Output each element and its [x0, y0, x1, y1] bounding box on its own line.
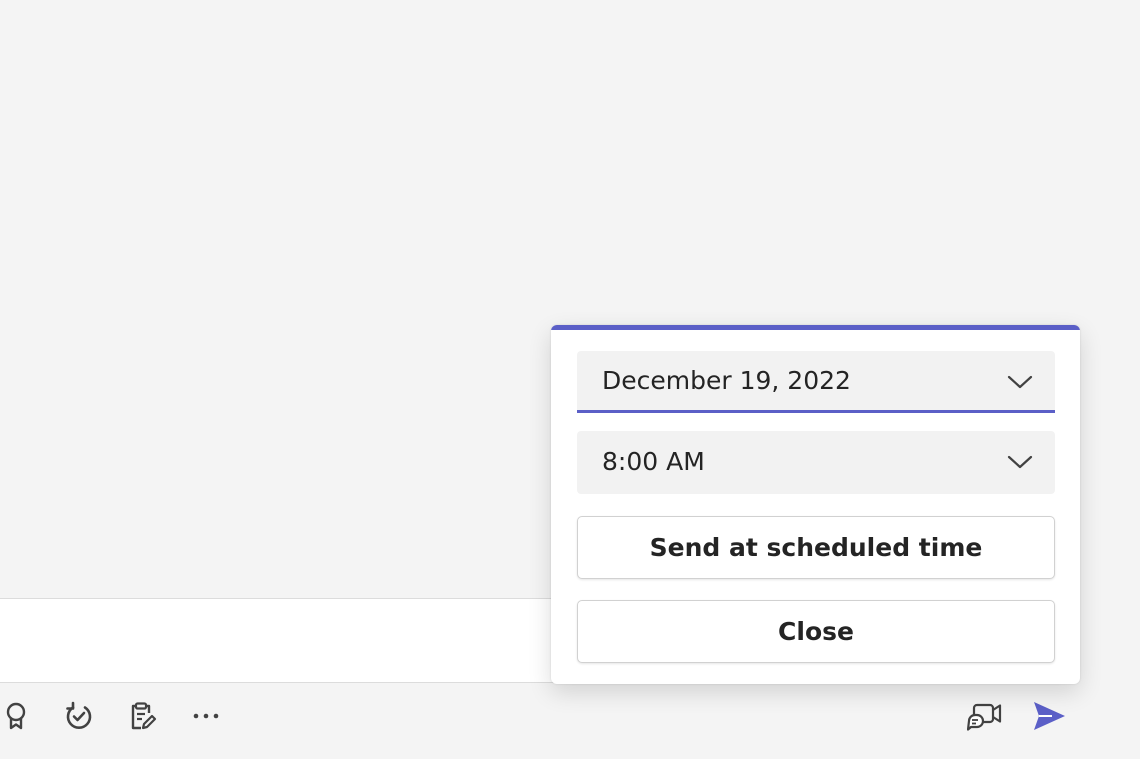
loop-icon [64, 701, 94, 731]
time-picker[interactable]: 8:00 AM [577, 431, 1055, 494]
chevron-down-icon [1007, 453, 1033, 471]
date-value: December 19, 2022 [602, 366, 851, 395]
schedule-send-popup: December 19, 2022 8:00 AM Send at schedu… [551, 325, 1080, 684]
time-value: 8:00 AM [602, 447, 705, 476]
send-at-scheduled-time-button[interactable]: Send at scheduled time [577, 516, 1055, 579]
more-options-button[interactable] [190, 700, 222, 732]
clipboard-edit-button[interactable] [126, 700, 158, 732]
close-button[interactable]: Close [577, 600, 1055, 663]
send-button[interactable] [1031, 700, 1067, 732]
message-compose-box[interactable] [0, 598, 560, 683]
praise-button[interactable] [0, 700, 32, 732]
chevron-down-icon [1007, 373, 1033, 391]
send-icon [1032, 700, 1066, 732]
more-options-icon [191, 711, 221, 721]
loop-button[interactable] [63, 700, 95, 732]
clipboard-edit-icon [127, 701, 157, 731]
meet-now-icon [967, 700, 1003, 732]
meet-now-button[interactable] [967, 700, 1003, 732]
popup-accent-bar [551, 325, 1080, 330]
date-picker[interactable]: December 19, 2022 [577, 351, 1055, 413]
praise-icon [2, 701, 30, 731]
chat-page: December 19, 2022 8:00 AM Send at schedu… [0, 0, 1140, 759]
